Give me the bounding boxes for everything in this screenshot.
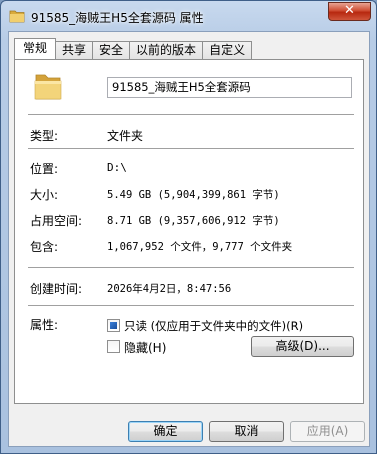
disk-size-value: 8.71 GB (9,357,606,912 字节) (107, 215, 280, 227)
tab-strip: 常规 共享 安全 以前的版本 自定义 (14, 38, 253, 60)
disk-size-label: 占用空间: (30, 214, 83, 228)
title-bar[interactable]: 91585_海贼王H5全套源码 属性 ✕ (1, 1, 376, 31)
tab-security[interactable]: 安全 (92, 41, 131, 59)
type-value: 文件夹 (107, 129, 144, 143)
close-icon: ✕ (344, 3, 355, 18)
general-panel: 91585_海贼王H5全套源码 类型: 文件夹 位置: D:\ 大小: 5.49… (14, 59, 364, 404)
divider (28, 148, 354, 149)
readonly-checkbox[interactable] (107, 319, 120, 332)
window-title: 91585_海贼王H5全套源码 属性 (31, 11, 204, 25)
divider (28, 305, 354, 306)
tab-customize[interactable]: 自定义 (202, 41, 253, 59)
size-value: 5.49 GB (5,904,399,861 字节) (107, 189, 280, 201)
location-value: D:\ (107, 161, 127, 174)
divider (28, 267, 354, 268)
folder-large-icon (34, 74, 62, 100)
dialog-body: 常规 共享 安全 以前的版本 自定义 91585_海贼王H5全套源码 类型: 文… (8, 31, 370, 447)
contains-value: 1,067,952 个文件，9,777 个文件夹 (107, 241, 293, 253)
attributes-label: 属性: (30, 318, 59, 332)
type-label: 类型: (30, 129, 59, 143)
cancel-button[interactable]: 取消 (209, 421, 284, 442)
tab-sharing[interactable]: 共享 (55, 41, 94, 59)
properties-window: 91585_海贼王H5全套源码 属性 ✕ 常规 共享 安全 以前的版本 自定义 … (0, 0, 377, 454)
contains-label: 包含: (30, 240, 59, 254)
folder-icon (9, 10, 25, 23)
close-button[interactable]: ✕ (328, 2, 371, 21)
hidden-label[interactable]: 隐藏(H) (124, 339, 166, 356)
created-value: 2026年4月2日，8:47:56 (107, 283, 232, 295)
apply-button[interactable]: 应用(A) (290, 421, 365, 442)
location-label: 位置: (30, 162, 59, 176)
readonly-label[interactable]: 只读 (仅应用于文件夹中的文件)(R) (124, 318, 303, 334)
ok-button[interactable]: 确定 (128, 421, 203, 442)
folder-name-input[interactable]: 91585_海贼王H5全套源码 (107, 77, 352, 98)
tab-general[interactable]: 常规 (14, 38, 57, 59)
tab-previous-versions[interactable]: 以前的版本 (129, 41, 204, 59)
divider (28, 114, 354, 115)
hidden-checkbox[interactable] (107, 340, 120, 353)
advanced-button[interactable]: 高级(D)... (251, 336, 354, 357)
created-label: 创建时间: (30, 282, 83, 296)
size-label: 大小: (30, 188, 59, 202)
